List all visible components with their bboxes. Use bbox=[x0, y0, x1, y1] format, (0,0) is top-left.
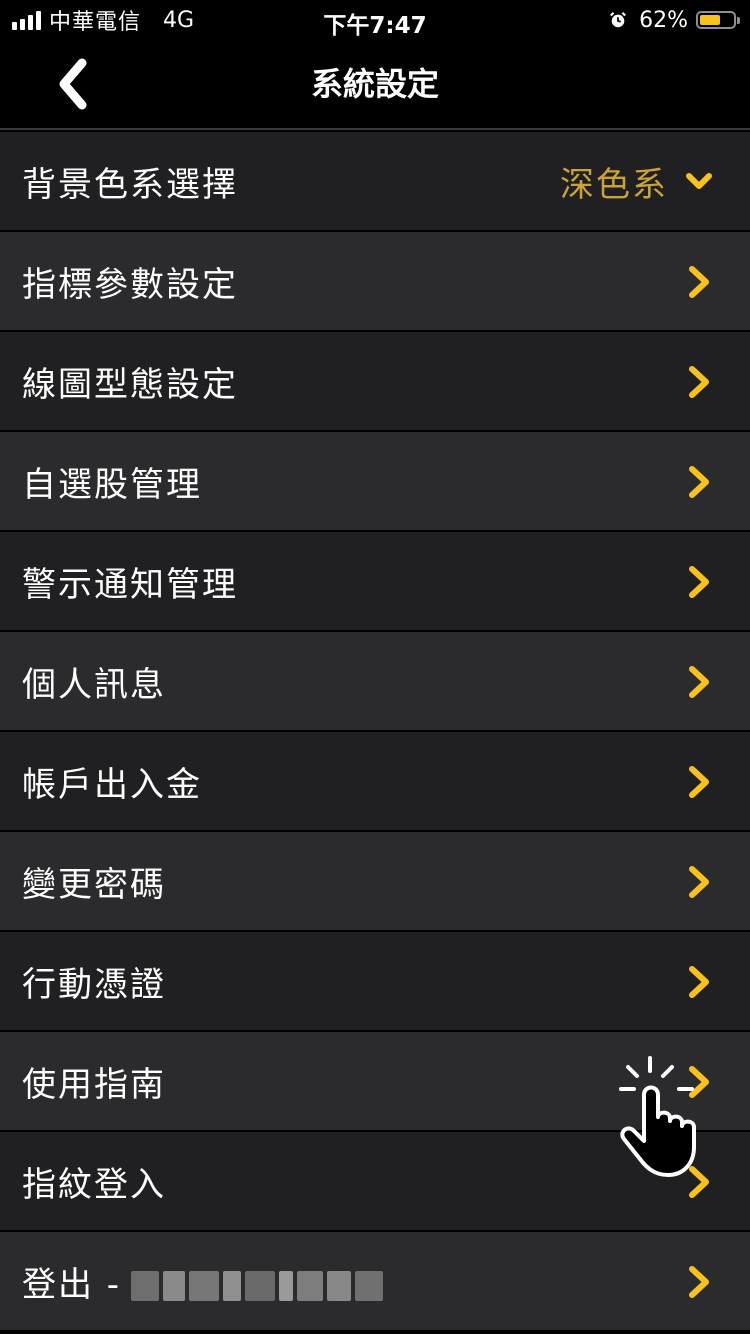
chevron-right-icon bbox=[689, 566, 709, 598]
menu-item-account-funds[interactable]: 帳戶出入金 bbox=[0, 732, 750, 832]
chevron-right-icon bbox=[689, 1266, 709, 1298]
menu-item-label: 帳戶出入金 bbox=[22, 764, 202, 805]
alarm-icon bbox=[610, 12, 627, 28]
theme-value: 深色系 bbox=[560, 164, 668, 205]
menu-item-change-password[interactable]: 變更密碼 bbox=[0, 832, 750, 932]
logout-label: 登出 - bbox=[22, 1264, 122, 1305]
menu-item-label: 指紋登入 bbox=[22, 1164, 166, 1205]
menu-item-label: 背景色系選擇 bbox=[22, 164, 238, 205]
menu-item-personal-messages[interactable]: 個人訊息 bbox=[0, 632, 750, 732]
chevron-right-icon bbox=[689, 866, 709, 898]
menu-item-label: 登出 - bbox=[22, 1257, 384, 1306]
menu-item-chart-type[interactable]: 線圖型態設定 bbox=[0, 332, 750, 432]
battery-fill bbox=[700, 15, 720, 25]
chevron-right-icon bbox=[689, 966, 709, 998]
page-title: 系統設定 bbox=[310, 65, 439, 103]
tap-hand-icon bbox=[619, 1056, 696, 1177]
menu-item-label: 變更密碼 bbox=[22, 864, 166, 905]
battery-percent: 62% bbox=[639, 7, 688, 33]
chevron-right-icon bbox=[689, 366, 709, 398]
menu-item-indicator-params[interactable]: 指標參數設定 bbox=[0, 232, 750, 332]
menu-item-label: 自選股管理 bbox=[22, 464, 202, 505]
menu-item-label: 個人訊息 bbox=[22, 664, 166, 705]
menu-item-background-theme[interactable]: 背景色系選擇 深色系 bbox=[0, 132, 750, 232]
menu-item-label: 指標參數設定 bbox=[22, 264, 238, 305]
chevron-down-icon bbox=[686, 173, 712, 189]
menu-item-logout[interactable]: 登出 - bbox=[0, 1232, 750, 1332]
chevron-right-icon bbox=[689, 766, 709, 798]
menu-item-label: 警示通知管理 bbox=[22, 564, 238, 605]
chevron-right-icon bbox=[689, 266, 709, 298]
redacted-account bbox=[131, 1271, 384, 1301]
battery-icon bbox=[696, 11, 740, 29]
status-bar-right: 62% bbox=[609, 6, 740, 34]
chevron-right-icon bbox=[689, 466, 709, 498]
menu-item-label: 使用指南 bbox=[22, 1064, 166, 1105]
chevron-right-icon bbox=[689, 666, 709, 698]
nav-bar: 系統設定 bbox=[0, 40, 750, 130]
menu-item-label: 線圖型態設定 bbox=[22, 364, 238, 405]
menu-item-alerts[interactable]: 警示通知管理 bbox=[0, 532, 750, 632]
menu-item-label: 行動憑證 bbox=[22, 964, 166, 1005]
menu-item-watchlist[interactable]: 自選股管理 bbox=[0, 432, 750, 532]
battery-nub bbox=[737, 17, 740, 24]
status-bar: 中華電信 4G 下午7:47 62% bbox=[0, 0, 750, 40]
menu-item-mobile-certificate[interactable]: 行動憑證 bbox=[0, 932, 750, 1032]
